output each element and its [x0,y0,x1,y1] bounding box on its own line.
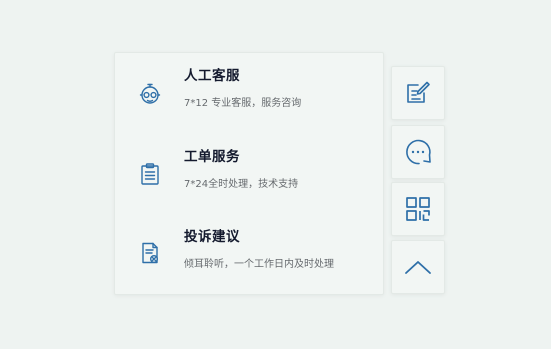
chevron-up-icon [403,257,433,277]
qr-code-icon [404,195,432,223]
service-panel: 人工客服 7*12 专业客服，服务咨询 工单服务 7*24全时处理，技术支持 投… [114,52,384,295]
service-item-customer-service[interactable]: 人工客服 7*12 专业客服，服务咨询 [115,53,383,133]
chat-bubble-icon [403,137,433,167]
qr-code-button[interactable] [391,182,445,236]
service-subtitle: 7*12 专业客服，服务咨询 [184,98,302,109]
complaint-document-icon [137,240,163,266]
back-to-top-button[interactable] [391,240,445,294]
service-subtitle: 7*24全时处理，技术支持 [184,179,299,190]
chat-button[interactable] [391,125,445,179]
edit-icon [404,79,432,107]
service-title: 投诉建议 [184,229,240,245]
service-title: 人工客服 [184,68,240,84]
service-item-complaint[interactable]: 投诉建议 倾耳聆听，一个工作日内及时处理 [115,213,383,293]
service-item-ticket[interactable]: 工单服务 7*24全时处理，技术支持 [115,133,383,213]
clipboard-icon [137,161,163,187]
customer-service-robot-icon [137,81,163,107]
edit-button[interactable] [391,66,445,120]
service-title: 工单服务 [184,149,240,165]
service-subtitle: 倾耳聆听，一个工作日内及时处理 [184,259,334,270]
